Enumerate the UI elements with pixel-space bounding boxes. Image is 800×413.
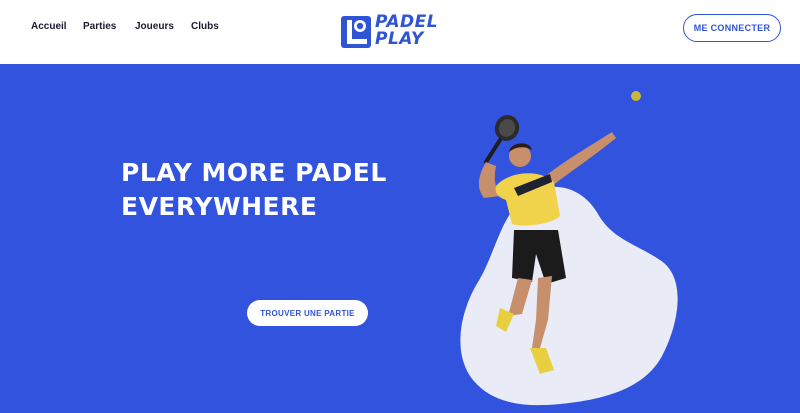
nav-item-clubs[interactable]: Clubs [191,21,219,32]
padel-ball [631,91,641,101]
hero-section: PLAY MORE PADEL EVERYWHERE TROUVER UNE P… [0,64,800,413]
nav-item-accueil[interactable]: Accueil [31,21,67,32]
nav-item-joueurs[interactable]: Joueurs [135,21,174,32]
logo-line-2: PLAY [375,29,424,49]
site-header: Accueil Parties Joueurs Clubs PADEL PLAY… [0,0,800,64]
padel-racket-logo-icon [341,16,371,48]
login-button[interactable]: ME CONNECTER [683,14,781,42]
logo-wordmark: PADEL PLAY [375,14,438,48]
padel-player-illustration [478,91,641,374]
nav-item-parties[interactable]: Parties [83,21,116,32]
logo[interactable]: PADEL PLAY [340,14,444,52]
